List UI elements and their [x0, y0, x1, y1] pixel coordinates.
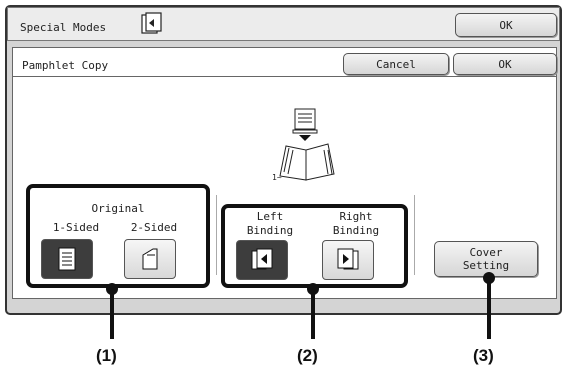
callout-label-2: (2) — [297, 346, 318, 365]
cancel-button[interactable]: Cancel — [343, 53, 449, 75]
callout-line-3 — [487, 278, 491, 339]
right-binding-button[interactable] — [322, 240, 374, 280]
right-binding-label-line2: Binding — [332, 224, 380, 237]
right-binding-icon — [337, 248, 359, 270]
callout-label-3: (3) — [473, 346, 494, 365]
callout-label-1: (1) — [96, 346, 117, 365]
cover-setting-label-line1: Cover — [469, 246, 503, 259]
one-sided-button[interactable] — [41, 239, 93, 279]
callout-line-2 — [311, 289, 315, 339]
divider-1 — [216, 195, 217, 275]
header-ok-button[interactable]: OK — [455, 13, 557, 37]
left-binding-icon — [251, 248, 273, 270]
header-ok-label: OK — [499, 18, 513, 32]
pamphlet-icon — [141, 12, 162, 34]
left-binding-button[interactable] — [236, 240, 288, 280]
left-binding-label-line2: Binding — [246, 224, 294, 237]
page-title: Special Modes — [20, 21, 107, 34]
two-sided-icon — [142, 248, 158, 270]
callout-line-1 — [110, 289, 114, 339]
one-sided-icon — [58, 247, 76, 271]
pamphlet-illustration-icon: 1~ — [272, 108, 335, 182]
original-title: Original — [91, 202, 145, 215]
page-number-label: 1~ — [272, 173, 282, 182]
sub-ok-label: OK — [498, 57, 512, 71]
left-binding-label-line1: Left — [256, 210, 284, 223]
two-sided-label: 2-Sided — [130, 221, 178, 234]
divider-2 — [414, 195, 415, 275]
subheader-title: Pamphlet Copy — [22, 59, 109, 72]
two-sided-button[interactable] — [124, 239, 176, 279]
right-binding-label-line1: Right — [339, 210, 373, 223]
one-sided-label: 1-Sided — [52, 221, 100, 234]
cover-setting-label-line2: Setting — [462, 259, 510, 272]
sub-ok-button[interactable]: OK — [453, 53, 557, 75]
cancel-label: Cancel — [376, 57, 416, 71]
